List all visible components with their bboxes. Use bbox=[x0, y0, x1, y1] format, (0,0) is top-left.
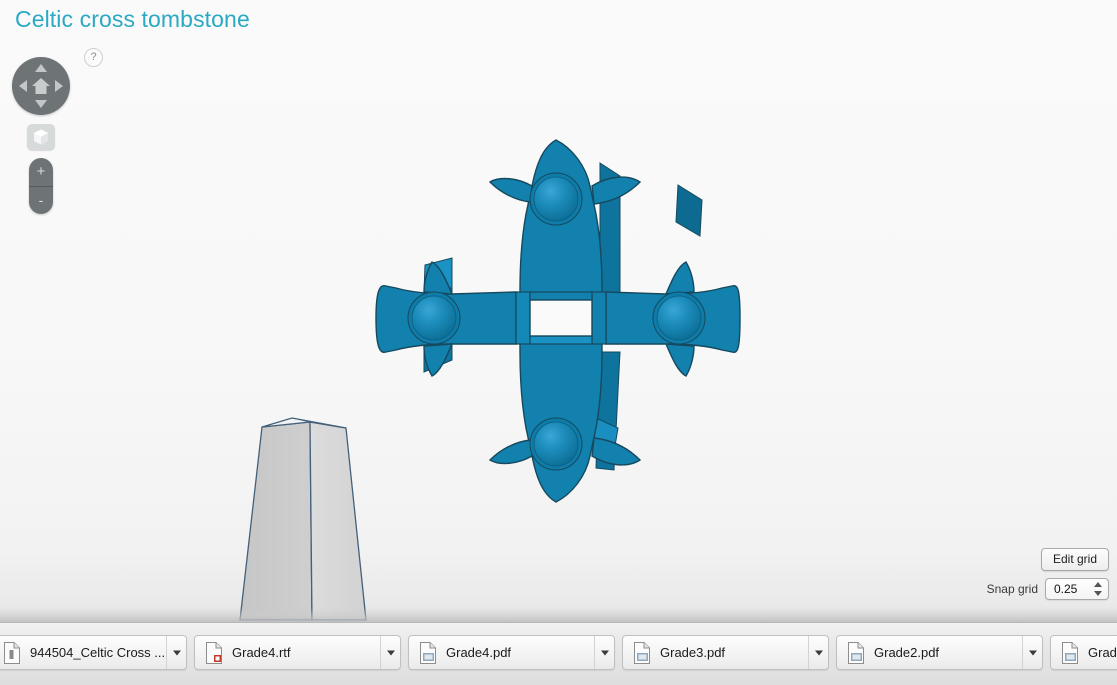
arrow-up-icon[interactable] bbox=[35, 64, 47, 72]
snap-grid-row: Snap grid 0.25 bbox=[987, 578, 1109, 600]
pdf-file-icon bbox=[847, 641, 865, 664]
3d-scene[interactable] bbox=[0, 0, 1117, 622]
cross-center-bottom-block bbox=[529, 335, 593, 345]
chevron-down-icon bbox=[600, 650, 609, 655]
cross-boss-left bbox=[407, 291, 461, 345]
page-title[interactable]: Celtic cross tombstone bbox=[15, 4, 250, 34]
download-item-name: Grade2.pdf bbox=[874, 645, 940, 660]
chevron-down-icon bbox=[1028, 650, 1037, 655]
cross-boss-bottom bbox=[529, 417, 583, 471]
download-item-list: 944504_Celtic Cross ....zip Grade4.rtf Gra… bbox=[0, 634, 1117, 671]
snap-grid-select[interactable]: 0.25 bbox=[1045, 578, 1109, 600]
download-item[interactable]: Grade3.pdf bbox=[622, 635, 829, 670]
view-navigation-pad[interactable] bbox=[12, 57, 70, 115]
download-item[interactable]: 944504_Celtic Cross ....zip bbox=[0, 635, 187, 670]
download-item-menu-button[interactable] bbox=[595, 636, 614, 669]
download-item-name: 944504_Celtic Cross ....zip bbox=[30, 645, 166, 660]
snap-grid-label: Snap grid bbox=[986, 582, 1038, 596]
cross-center-hole bbox=[529, 299, 593, 337]
cross-flare-right-bottom bbox=[664, 343, 695, 377]
fit-view-button[interactable] bbox=[27, 124, 55, 150]
stepper-arrows-icon[interactable] bbox=[1094, 582, 1102, 596]
rtf-file-icon bbox=[205, 641, 223, 664]
arrow-right-icon[interactable] bbox=[55, 80, 63, 92]
download-shelf: 944504_Celtic Cross ....zip Grade4.rtf Gra… bbox=[0, 622, 1117, 685]
home-icon[interactable] bbox=[31, 76, 51, 96]
grid-controls: Edit grid Snap grid 0.25 bbox=[987, 548, 1109, 600]
cross-center-left-block bbox=[515, 291, 531, 345]
download-item-menu-button[interactable] bbox=[809, 636, 828, 669]
cross-center-top-block bbox=[529, 291, 593, 301]
edit-grid-button[interactable]: Edit grid bbox=[1040, 548, 1109, 571]
download-item-name: Grade3.pdf bbox=[660, 645, 726, 660]
download-item[interactable]: Grade2.pdf bbox=[836, 635, 1043, 670]
arrow-left-icon[interactable] bbox=[19, 80, 27, 92]
chevron-down-icon bbox=[814, 650, 823, 655]
download-item-name: Grade1.pdf bbox=[1088, 645, 1117, 660]
zoom-out-button[interactable]: - bbox=[29, 187, 53, 214]
zoom-controls: + - bbox=[29, 158, 53, 214]
download-item[interactable]: Grade1.pdf bbox=[1050, 635, 1117, 670]
navigation-cluster: ? + - bbox=[12, 46, 112, 214]
download-item[interactable]: Grade4.rtf bbox=[194, 635, 401, 670]
download-item-menu-button[interactable] bbox=[381, 636, 400, 669]
3d-viewport[interactable]: Celtic cross tombstone ? + - Edit grid S… bbox=[0, 0, 1117, 622]
chevron-down-icon bbox=[386, 650, 395, 655]
help-button[interactable]: ? bbox=[84, 48, 103, 67]
pdf-file-icon bbox=[419, 641, 437, 664]
download-item-name: Grade4.rtf bbox=[232, 645, 291, 660]
pdf-file-icon bbox=[1061, 641, 1079, 664]
download-item-menu-button[interactable] bbox=[1023, 636, 1042, 669]
cross-flare-right-top bbox=[664, 261, 695, 295]
download-item-menu-button[interactable] bbox=[167, 636, 186, 669]
application-window: Celtic cross tombstone ? + - Edit grid S… bbox=[0, 0, 1117, 685]
cross-flare-bottom-left bbox=[488, 439, 533, 465]
download-item[interactable]: Grade4.pdf bbox=[408, 635, 615, 670]
tombstone-base-shape[interactable] bbox=[239, 417, 367, 621]
cross-boss-top bbox=[529, 172, 583, 226]
chevron-down-icon bbox=[172, 650, 181, 655]
pdf-file-icon bbox=[633, 641, 651, 664]
cross-boss-right bbox=[652, 291, 706, 345]
cube-icon bbox=[34, 129, 48, 145]
snap-grid-value: 0.25 bbox=[1054, 582, 1078, 596]
zip-file-icon bbox=[3, 641, 21, 664]
celtic-cross-shape[interactable] bbox=[375, 139, 741, 503]
cross-center-right-block bbox=[591, 291, 607, 345]
download-item-name: Grade4.pdf bbox=[446, 645, 512, 660]
cross-flare-top-left bbox=[488, 177, 533, 203]
zoom-in-button[interactable]: + bbox=[29, 158, 53, 187]
arrow-down-icon[interactable] bbox=[35, 100, 47, 108]
